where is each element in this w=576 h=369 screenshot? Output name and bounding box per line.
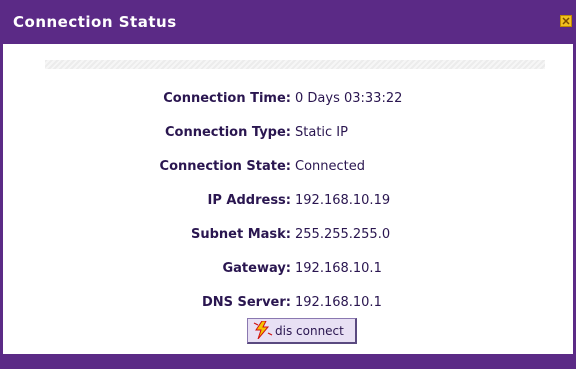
connection-type-value: Static IP [295,125,348,140]
row-connection-state: Connection State: Connected [3,158,573,176]
connection-state-label: Connection State: [159,159,291,174]
connection-state-value: Connected [295,159,366,174]
row-dns-server: DNS Server: 192.168.10.1 [3,294,573,312]
dns-server-label: DNS Server: [201,295,291,310]
lightning-bolt-icon [253,321,273,339]
disconnect-button-label: dis connect [275,324,344,338]
subnet-mask-label: Subnet Mask: [190,227,291,242]
row-connection-time: Connection Time: 0 Days 03:33:22 [3,90,573,108]
bottom-bar [3,354,573,369]
gateway-value: 192.168.10.1 [295,261,382,276]
dns-server-value: 192.168.10.1 [295,295,382,310]
connection-type-label: Connection Type: [164,125,291,140]
window-title: Connection Status [13,13,177,31]
subnet-mask-value: 255.255.255.0 [295,227,391,242]
ip-address-value: 192.168.10.19 [295,193,391,208]
title-bar: Connection Status [3,0,573,44]
gateway-label: Gateway: [222,261,291,276]
row-connection-type: Connection Type: Static IP [3,124,573,142]
row-gateway: Gateway: 192.168.10.1 [3,260,573,278]
connection-time-value: 0 Days 03:33:22 [295,91,403,106]
status-divider-bar [45,60,545,69]
close-icon [562,17,570,25]
row-ip-address: IP Address: 192.168.10.19 [3,192,573,210]
close-button[interactable] [560,15,572,27]
connection-time-label: Connection Time: [163,91,291,106]
connection-status-window: Connection Status Connection Time: 0 Day… [0,0,576,369]
ip-address-label: IP Address: [207,193,291,208]
row-subnet-mask: Subnet Mask: 255.255.255.0 [3,226,573,244]
disconnect-button[interactable]: dis connect [247,318,357,344]
